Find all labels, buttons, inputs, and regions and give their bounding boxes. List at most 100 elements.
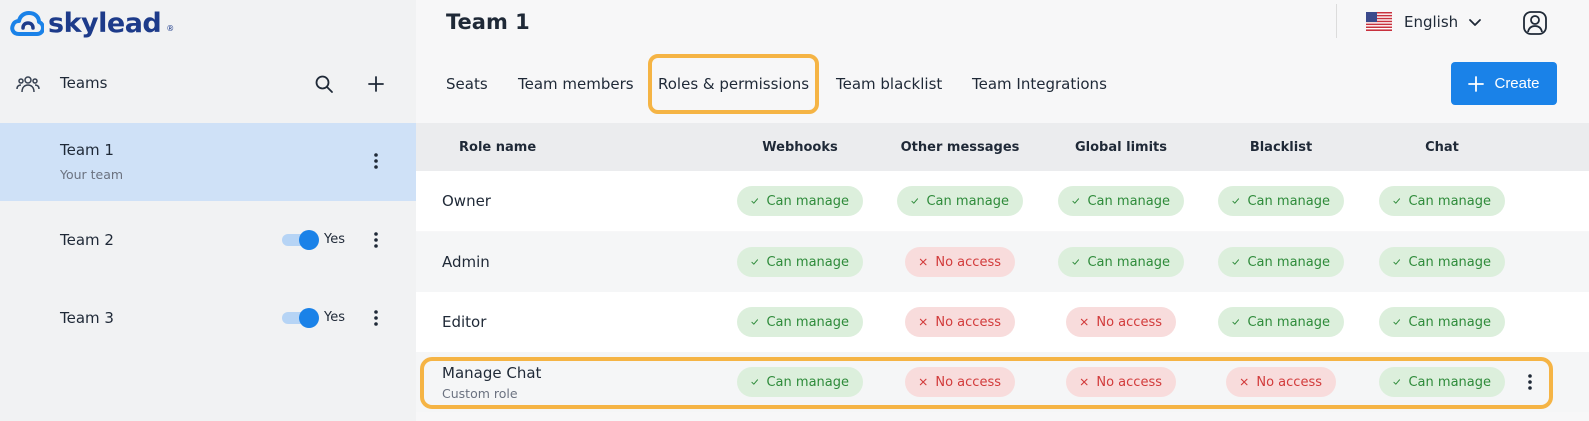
badge-label: Can manage: [1408, 193, 1491, 209]
column-header: Chat: [1425, 139, 1459, 155]
team-menu-button[interactable]: [366, 228, 386, 252]
check-icon: [751, 198, 759, 204]
check-icon: [1232, 319, 1240, 325]
teams-header: Teams: [0, 62, 416, 106]
badge-label: No access: [1096, 374, 1162, 390]
tab-seats[interactable]: Seats: [446, 62, 488, 106]
account-button[interactable]: [1522, 10, 1548, 36]
header-divider: [1336, 4, 1337, 38]
table-row[interactable]: Manage Chat Custom role Can manage No acces…: [416, 352, 1589, 412]
check-icon: [1393, 379, 1401, 385]
role-name: Owner: [442, 192, 491, 210]
create-button-label: Create: [1494, 75, 1540, 92]
badge-label: Can manage: [1408, 314, 1491, 330]
permission-badge-can-manage: Can manage: [1379, 247, 1505, 277]
permission-badge-can-manage: Can manage: [1218, 307, 1344, 337]
permission-badge-no-access: No access: [1066, 367, 1176, 397]
x-icon: [919, 378, 927, 386]
page-title: Team 1: [446, 10, 530, 34]
tab-roles-permissions[interactable]: Roles & permissions: [647, 54, 820, 114]
badge-label: Can manage: [1247, 254, 1330, 270]
tab-team-integrations[interactable]: Team Integrations: [972, 62, 1107, 106]
badge-label: Can manage: [766, 254, 849, 270]
check-icon: [1393, 259, 1401, 265]
badge-label: No access: [1096, 314, 1162, 330]
check-icon: [1232, 259, 1240, 265]
brand-name: skylead: [48, 8, 162, 39]
permission-badge-can-manage: Can manage: [897, 186, 1023, 216]
permission-badge-no-access: No access: [905, 307, 1015, 337]
team-toggle[interactable]: [282, 230, 320, 250]
check-icon: [1232, 198, 1240, 204]
table-header: Role name Webhooks Other messages Global…: [416, 123, 1589, 171]
table-row[interactable]: Editor Can manage No access No access Can ma…: [416, 292, 1589, 352]
check-icon: [1393, 319, 1401, 325]
permission-badge-can-manage: Can manage: [1218, 247, 1344, 277]
column-header: Blacklist: [1249, 139, 1313, 155]
table-row[interactable]: Owner Can manage Can manage Can manage Can m…: [416, 171, 1589, 231]
team-menu-button[interactable]: [366, 149, 386, 173]
add-team-button[interactable]: [364, 72, 388, 96]
more-vertical-icon: [374, 232, 378, 248]
team-subtitle: Your team: [60, 167, 124, 182]
check-icon: [1072, 259, 1080, 265]
permission-badge-can-manage: Can manage: [737, 247, 863, 277]
badge-label: No access: [1256, 374, 1322, 390]
permission-badge-no-access: No access: [905, 367, 1015, 397]
brand-reg: ®: [166, 24, 175, 33]
create-button[interactable]: Create: [1451, 62, 1557, 105]
more-vertical-icon: [374, 310, 378, 326]
check-icon: [751, 379, 759, 385]
permission-badge-no-access: No access: [1066, 307, 1176, 337]
permission-badge-can-manage: Can manage: [1058, 186, 1184, 216]
badge-label: Can manage: [926, 193, 1009, 209]
toggle-label: Yes: [324, 310, 345, 325]
toggle-knob: [299, 230, 319, 250]
tab-team-members[interactable]: Team members: [518, 62, 634, 106]
team-name: Team 3: [60, 309, 114, 327]
permission-badge-no-access: No access: [1226, 367, 1336, 397]
x-icon: [919, 318, 927, 326]
team-toggle[interactable]: [282, 308, 320, 328]
chevron-down-icon: [1469, 18, 1482, 26]
plus-icon: [368, 76, 384, 92]
x-icon: [1240, 378, 1248, 386]
permission-badge-can-manage: Can manage: [737, 307, 863, 337]
team-menu-button[interactable]: [366, 306, 386, 330]
plus-icon: [1468, 75, 1485, 92]
row-menu-button[interactable]: [1520, 370, 1540, 394]
logo[interactable]: skylead ®: [10, 8, 174, 39]
more-vertical-icon: [1528, 374, 1532, 390]
permission-badge-can-manage: Can manage: [1379, 186, 1505, 216]
sidebar: skylead ® Teams Team 1 Your team Team 2 …: [0, 0, 416, 421]
tab-team-blacklist[interactable]: Team blacklist: [836, 62, 942, 106]
badge-label: Can manage: [1087, 254, 1170, 270]
check-icon: [751, 319, 759, 325]
role-name: Admin: [442, 253, 490, 271]
badge-label: Can manage: [766, 314, 849, 330]
badge-label: Can manage: [1408, 374, 1491, 390]
team-item-team-2[interactable]: Team 2 Yes: [0, 201, 416, 279]
column-header: Global limits: [1075, 139, 1167, 155]
user-account-icon: [1523, 11, 1547, 35]
badge-label: Can manage: [1247, 193, 1330, 209]
badge-label: No access: [935, 254, 1001, 270]
users-icon: [16, 72, 40, 100]
column-header: Webhooks: [762, 139, 838, 155]
main-content: Team 1 English Seats Team members Roles: [416, 0, 1589, 421]
table-row[interactable]: Admin Can manage No access Can manage Can ma…: [416, 232, 1589, 292]
teams-section-title: Teams: [60, 74, 108, 92]
column-header: Other messages: [900, 139, 1020, 155]
language-selector[interactable]: English: [1366, 12, 1482, 31]
badge-label: No access: [935, 374, 1001, 390]
language-label: English: [1404, 12, 1459, 31]
badge-label: Can manage: [766, 193, 849, 209]
toggle-knob: [299, 308, 319, 328]
search-icon: [315, 75, 333, 93]
search-teams-button[interactable]: [312, 72, 336, 96]
badge-label: Can manage: [766, 374, 849, 390]
check-icon: [1072, 198, 1080, 204]
team-item-team-1[interactable]: Team 1 Your team: [0, 123, 416, 201]
team-item-team-3[interactable]: Team 3 Yes: [0, 279, 416, 357]
team-name: Team 2: [60, 231, 114, 249]
